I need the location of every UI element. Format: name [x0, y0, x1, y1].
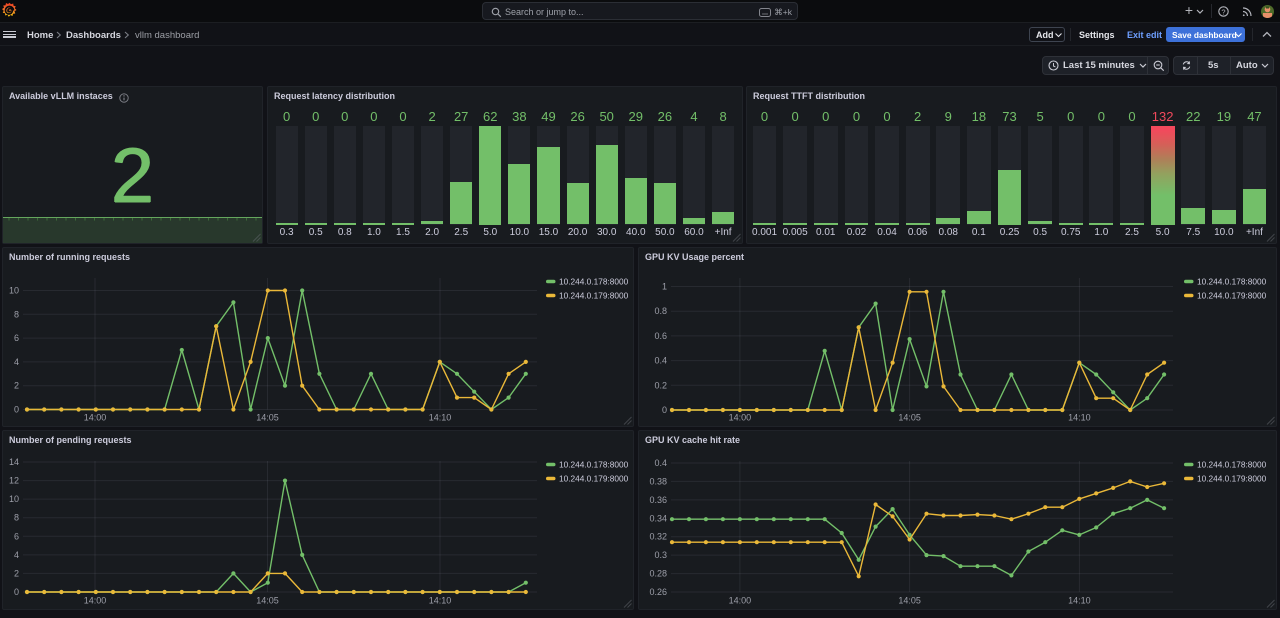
svg-text:0: 0	[14, 587, 19, 597]
svg-text:10.244.0.178:8000: 10.244.0.178:8000	[559, 277, 629, 287]
svg-text:14:10: 14:10	[1068, 596, 1091, 606]
svg-text:1: 1	[662, 282, 667, 292]
svg-text:14:00: 14:00	[729, 413, 752, 423]
svg-text:12: 12	[9, 476, 19, 486]
svg-text:14: 14	[9, 457, 19, 467]
svg-text:14:10: 14:10	[429, 413, 452, 423]
svg-text:0.34: 0.34	[649, 513, 667, 523]
svg-text:14:05: 14:05	[898, 596, 921, 606]
svg-text:4: 4	[14, 550, 19, 560]
svg-text:8: 8	[14, 513, 19, 523]
svg-text:?: ?	[1221, 7, 1225, 16]
svg-text:10: 10	[9, 494, 19, 504]
svg-text:0.26: 0.26	[649, 587, 667, 597]
svg-text:14:00: 14:00	[729, 596, 752, 606]
svg-text:0.4: 0.4	[654, 458, 667, 468]
svg-text:4: 4	[14, 357, 19, 367]
svg-text:14:05: 14:05	[256, 413, 279, 423]
svg-text:14:10: 14:10	[429, 596, 452, 606]
svg-text:10.244.0.179:8000: 10.244.0.179:8000	[1197, 474, 1267, 484]
svg-text:10.244.0.179:8000: 10.244.0.179:8000	[559, 474, 629, 484]
svg-text:8: 8	[14, 309, 19, 319]
svg-text:0.6: 0.6	[654, 331, 667, 341]
svg-text:0.3: 0.3	[654, 550, 667, 560]
svg-text:0.38: 0.38	[649, 476, 667, 486]
svg-text:10.244.0.178:8000: 10.244.0.178:8000	[559, 460, 629, 470]
svg-text:14:10: 14:10	[1068, 413, 1091, 423]
svg-text:14:05: 14:05	[256, 596, 279, 606]
svg-text:0.8: 0.8	[654, 306, 667, 316]
svg-text:10: 10	[9, 286, 19, 296]
svg-text:0.2: 0.2	[654, 380, 667, 390]
svg-text:6: 6	[14, 333, 19, 343]
svg-text:10.244.0.179:8000: 10.244.0.179:8000	[1197, 291, 1267, 301]
svg-text:14:00: 14:00	[84, 413, 107, 423]
svg-text:10.244.0.179:8000: 10.244.0.179:8000	[559, 291, 629, 301]
svg-text:2: 2	[14, 381, 19, 391]
svg-text:0: 0	[14, 405, 19, 415]
svg-text:0.28: 0.28	[649, 569, 667, 579]
svg-text:0.36: 0.36	[649, 495, 667, 505]
svg-text:10.244.0.178:8000: 10.244.0.178:8000	[1197, 460, 1267, 470]
svg-text:6: 6	[14, 531, 19, 541]
svg-text:14:00: 14:00	[84, 596, 107, 606]
svg-text:10.244.0.178:8000: 10.244.0.178:8000	[1197, 277, 1267, 287]
svg-text:2: 2	[14, 568, 19, 578]
svg-text:0.32: 0.32	[649, 532, 667, 542]
svg-text:0: 0	[662, 405, 667, 415]
svg-text:0.4: 0.4	[654, 356, 667, 366]
svg-text:14:05: 14:05	[898, 413, 921, 423]
